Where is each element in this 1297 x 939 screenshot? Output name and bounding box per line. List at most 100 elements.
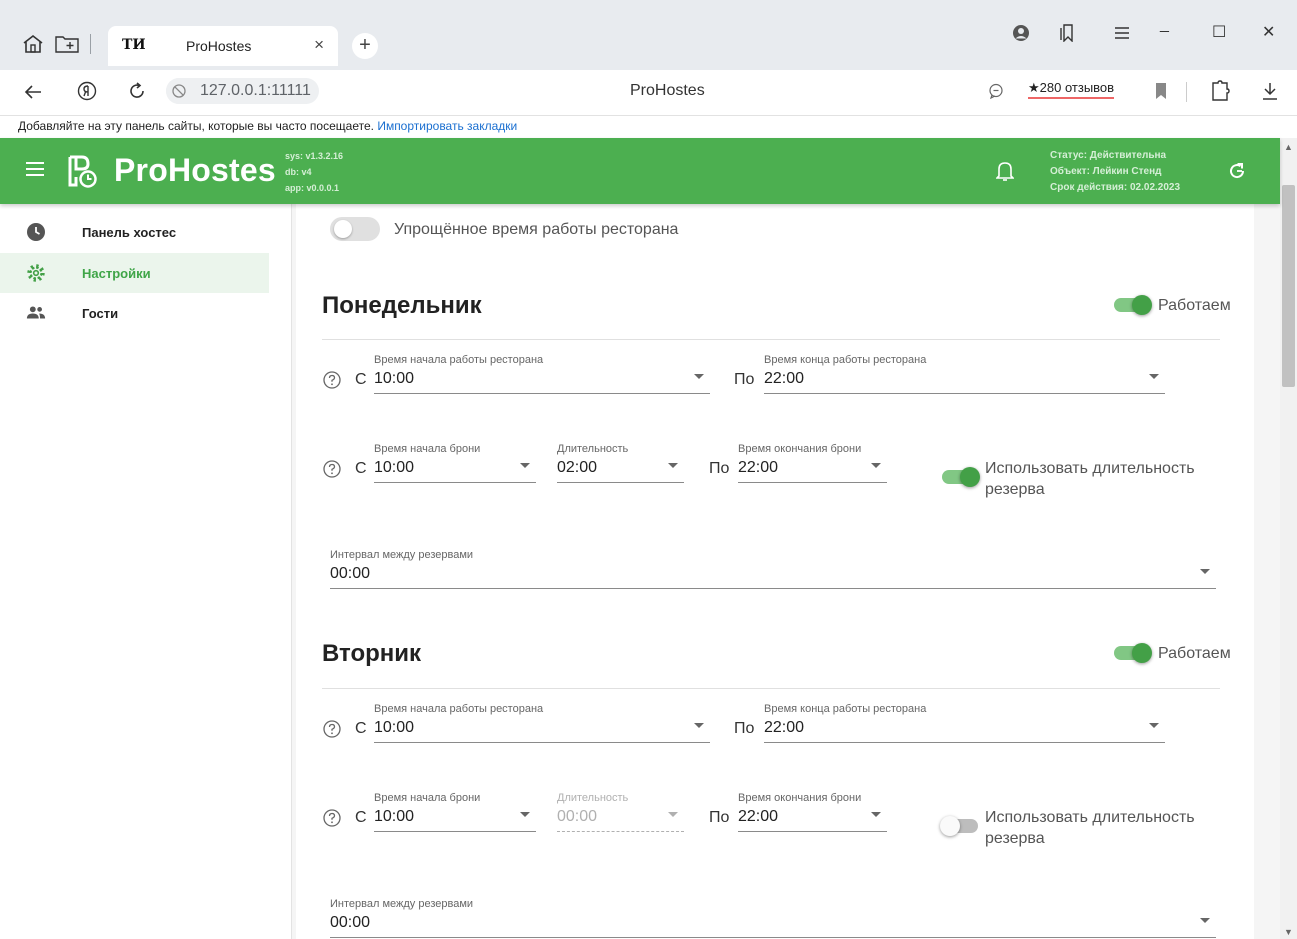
field-value: 22:00 [738, 808, 779, 825]
field-label: Интервал между резервами [330, 549, 474, 561]
field-label: Время конца работы ресторана [764, 703, 927, 715]
tuesday-use-duration-switch[interactable] [940, 816, 982, 836]
field-value: 00:00 [330, 565, 371, 582]
collections-icon[interactable] [1060, 24, 1076, 42]
sidebar-item-hostess-panel[interactable]: Панель хостес [0, 212, 269, 252]
sidebar-item-label: Гости [82, 306, 119, 321]
status-line: Статус: Действительна [1050, 150, 1167, 161]
field-label: Длительность [557, 792, 629, 804]
close-window-button[interactable]: ✕ [1262, 22, 1275, 42]
chevron-down-icon [668, 463, 678, 468]
from-prefix: С [355, 720, 367, 737]
field-label: Время начала работы ресторана [374, 703, 544, 715]
folder-plus-icon[interactable] [55, 35, 79, 53]
profile-icon[interactable] [1012, 24, 1030, 42]
tab-favicon-icon: ТИ [122, 37, 146, 53]
day-title-tuesday: Вторник [322, 640, 422, 667]
scroll-up-icon[interactable]: ▲ [1284, 142, 1293, 152]
maximize-button[interactable]: ☐ [1212, 22, 1226, 42]
back-icon[interactable] [24, 84, 42, 100]
help-icon[interactable] [323, 371, 341, 389]
from-prefix: С [355, 809, 367, 826]
field-value: 10:00 [374, 719, 415, 736]
logo-icon [68, 155, 97, 188]
site-info-icon[interactable] [166, 78, 192, 104]
people-icon [26, 306, 46, 319]
clock-icon [27, 223, 45, 241]
bookmarks-bar: Добавляйте на эту панель сайты, которые … [0, 116, 1297, 138]
tuesday-working-label: Работаем [1158, 645, 1231, 662]
to-prefix: По [709, 809, 730, 826]
tuesday-booking-start-select[interactable]: Время начала брони 10:00 [374, 792, 536, 832]
help-icon[interactable] [323, 720, 341, 738]
monday-interval-select[interactable]: Интервал между резервами 00:00 [330, 549, 1216, 589]
reload-icon[interactable] [128, 82, 146, 100]
chat-icon[interactable] [988, 83, 1004, 99]
field-value: 00:00 [557, 808, 598, 825]
help-icon[interactable] [323, 809, 341, 827]
monday-booking-end-select[interactable]: Время окончания брони 22:00 [738, 443, 887, 483]
field-label: Длительность [557, 443, 629, 455]
field-label: Время окончания брони [738, 443, 862, 455]
scroll-thumb[interactable] [1282, 185, 1295, 387]
field-label: Время окончания брони [738, 792, 862, 804]
url-box[interactable]: 127.0.0.1:11111 [166, 78, 319, 104]
tuesday-working-switch[interactable] [1114, 643, 1154, 663]
hamburger-menu-icon[interactable] [26, 162, 44, 176]
tuesday-open-time-select[interactable]: Время начала работы ресторана 10:00 [374, 703, 710, 743]
sidebar-item-label: Настройки [82, 266, 151, 281]
tuesday-duration-select: Длительность 00:00 [557, 792, 684, 832]
divider [322, 688, 1220, 689]
help-icon[interactable] [323, 460, 341, 478]
settings-content: Упрощённое время работы ресторана Понеде… [292, 204, 1280, 939]
tab-close-icon[interactable]: × [314, 35, 324, 55]
sidebar-item-guests[interactable]: Гости [0, 293, 269, 333]
chevron-down-icon [1200, 918, 1210, 923]
sidebar: Панель хостес Настройки Гости [0, 204, 292, 939]
monday-use-duration-label: Использовать длительность резерва [985, 460, 1195, 498]
page-scrollbar[interactable]: ▲ ▼ [1280, 138, 1297, 939]
extensions-icon[interactable] [1210, 80, 1230, 102]
expiry-line: Срок действия: 02.02.2023 [1050, 182, 1181, 193]
monday-use-duration-switch[interactable] [942, 467, 982, 487]
version-sys: sys: v1.3.2.16 [285, 151, 344, 161]
simplified-hours-switch[interactable] [330, 217, 380, 241]
menu-lines-icon[interactable] [1114, 26, 1130, 40]
monday-working-switch[interactable] [1114, 295, 1154, 315]
browser-tab[interactable]: ТИ ProHostes × [108, 26, 338, 66]
home-icon[interactable] [22, 34, 44, 54]
monday-close-time-select[interactable]: Время конца работы ресторана 22:00 [764, 354, 1165, 394]
brand-name: ProHostes [114, 152, 276, 188]
reviews-link[interactable]: ★280 отзывов [1028, 80, 1115, 99]
tuesday-booking-end-select[interactable]: Время окончания брони 22:00 [738, 792, 887, 832]
license-status: Статус: Действительна Объект: Лейкин Сте… [1050, 148, 1180, 196]
monday-booking-start-select[interactable]: Время начала брони 10:00 [374, 443, 536, 483]
monday-working-label: Работаем [1158, 297, 1231, 314]
new-tab-button[interactable]: + [352, 33, 378, 59]
scroll-down-icon[interactable]: ▼ [1284, 927, 1293, 937]
download-icon[interactable] [1262, 82, 1278, 100]
to-prefix: По [709, 460, 730, 477]
yandex-icon[interactable] [77, 81, 97, 101]
refresh-icon[interactable] [1228, 162, 1246, 180]
sidebar-item-settings[interactable]: Настройки [0, 253, 269, 293]
divider [322, 339, 1220, 340]
version-info: sys: v1.3.2.16 db: v4 app: v0.0.0.1 [285, 148, 343, 196]
field-label: Время начала брони [374, 792, 481, 804]
monday-duration-select[interactable]: Длительность 02:00 [557, 443, 684, 483]
bookmark-icon[interactable] [1154, 82, 1168, 100]
simplified-hours-label: Упрощённое время работы ресторана [394, 221, 679, 238]
tab-title: ProHostes [186, 38, 252, 54]
url-text[interactable]: 127.0.0.1:11111 [192, 78, 319, 104]
minimize-button[interactable]: _ [1160, 16, 1169, 34]
import-bookmarks-link[interactable]: Импортировать закладки [377, 119, 517, 133]
monday-open-time-select[interactable]: Время начала работы ресторана 10:00 [374, 354, 710, 394]
tuesday-use-duration-label: Использовать длительность резерва [985, 809, 1195, 847]
chevron-down-icon [694, 723, 704, 728]
notification-bell-icon[interactable] [996, 160, 1014, 182]
tuesday-close-time-select[interactable]: Время конца работы ресторана 22:00 [764, 703, 1165, 743]
tuesday-interval-select[interactable]: Интервал между резервами 00:00 [330, 898, 1216, 938]
chevron-down-icon [1200, 569, 1210, 574]
version-app: app: v0.0.0.1 [285, 183, 340, 193]
chevron-down-icon [520, 463, 530, 468]
